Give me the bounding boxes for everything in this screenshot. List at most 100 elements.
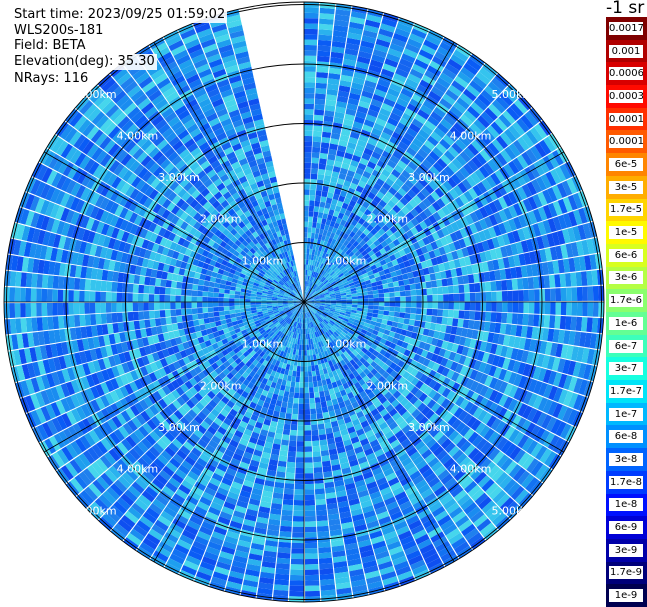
range-gate-cell bbox=[415, 289, 422, 296]
range-gate-cell bbox=[143, 285, 150, 294]
range-gate-cell bbox=[279, 450, 288, 457]
range-gate-cell bbox=[490, 281, 497, 292]
range-gate-cell bbox=[223, 306, 230, 311]
range-gate-cell bbox=[290, 424, 298, 431]
range-gate-cell bbox=[304, 12, 319, 19]
range-gate-cell bbox=[479, 311, 486, 321]
range-gate-cell bbox=[308, 205, 315, 212]
range-gate-cell bbox=[274, 579, 289, 586]
range-gate-cell bbox=[175, 309, 182, 316]
range-gate-cell bbox=[315, 504, 327, 511]
range-gate-cell bbox=[416, 302, 422, 308]
range-gate-cell bbox=[317, 50, 331, 57]
range-gate-cell bbox=[367, 294, 374, 299]
range-gate-cell bbox=[571, 287, 578, 301]
range-gate-cell bbox=[245, 299, 251, 302]
range-gate-cell bbox=[122, 312, 129, 322]
range-gate-cell bbox=[186, 314, 193, 322]
range-gate-cell bbox=[480, 302, 487, 312]
range-gate-cell bbox=[229, 294, 235, 299]
range-gate-cell bbox=[196, 296, 203, 302]
range-gate-cell bbox=[84, 290, 90, 302]
range-gate-cell bbox=[389, 306, 395, 312]
range-gate-cell bbox=[543, 315, 551, 328]
range-gate-cell bbox=[319, 158, 327, 165]
range-gate-cell bbox=[154, 286, 161, 295]
range-gate-cell bbox=[395, 302, 401, 307]
range-gate-cell bbox=[287, 402, 293, 409]
range-gate-cell bbox=[315, 493, 326, 500]
range-gate-cell bbox=[312, 440, 320, 447]
range-gate-cell bbox=[309, 403, 316, 409]
range-gate-cell bbox=[304, 339, 307, 345]
range-gate-cell bbox=[122, 283, 129, 293]
range-gate-cell bbox=[304, 532, 317, 538]
range-gate-cell bbox=[462, 319, 470, 329]
range-gate-cell bbox=[304, 50, 317, 56]
range-gate-cell bbox=[485, 311, 492, 322]
range-gate-cell bbox=[284, 385, 291, 392]
range-gate-cell bbox=[291, 376, 296, 382]
range-gate-cell bbox=[517, 313, 524, 325]
range-gate-cell bbox=[304, 435, 312, 442]
range-gate-cell bbox=[148, 302, 155, 311]
range-gate-cell bbox=[464, 293, 471, 302]
range-gate-cell bbox=[234, 291, 241, 295]
range-gate-cell bbox=[202, 296, 208, 302]
range-gate-cell bbox=[317, 531, 330, 538]
range-gate-cell bbox=[308, 381, 314, 388]
range-gate-cell bbox=[79, 290, 85, 302]
range-gate-cell bbox=[306, 344, 310, 351]
range-gate-cell bbox=[357, 302, 363, 305]
range-gate-cell bbox=[36, 317, 43, 331]
range-gate-cell bbox=[566, 302, 572, 316]
range-gate-cell bbox=[311, 168, 318, 175]
range-gate-cell bbox=[304, 93, 315, 99]
range-gate-cell bbox=[518, 290, 524, 302]
range-gate-cell bbox=[469, 283, 476, 293]
range-gate-cell bbox=[288, 370, 293, 376]
range-gate-cell bbox=[276, 471, 286, 478]
range-gate-cell bbox=[399, 307, 406, 313]
range-gate-cell bbox=[283, 488, 294, 495]
range-gate-cell bbox=[299, 344, 302, 351]
range-gate-cell bbox=[315, 82, 327, 89]
range-gate-cell bbox=[310, 413, 317, 420]
range-gate-cell bbox=[47, 316, 54, 330]
range-gate-cell bbox=[229, 302, 235, 307]
range-gate-cell bbox=[304, 457, 313, 463]
range-gate-cell bbox=[319, 152, 328, 160]
range-gate-cell bbox=[288, 445, 297, 452]
range-gate-cell bbox=[308, 211, 314, 217]
range-gate-cell bbox=[322, 411, 330, 419]
range-gate-cell bbox=[431, 309, 438, 316]
range-gate-cell bbox=[550, 302, 556, 315]
range-gate-cell bbox=[410, 307, 417, 314]
range-gate-cell bbox=[295, 467, 304, 474]
range-gate-cell bbox=[312, 445, 321, 452]
range-gate-cell bbox=[543, 275, 550, 288]
range-gate-cell bbox=[491, 291, 497, 302]
range-gate-cell bbox=[286, 407, 293, 414]
range-gate-cell bbox=[121, 292, 128, 302]
range-gate-cell bbox=[291, 542, 304, 549]
range-gate-cell bbox=[274, 573, 290, 581]
range-gate-cell bbox=[318, 29, 333, 36]
range-gate-cell bbox=[534, 302, 540, 314]
range-gate-cell bbox=[309, 200, 315, 207]
range-gate-cell bbox=[292, 516, 304, 522]
range-gate-cell bbox=[292, 370, 297, 377]
range-gate-cell bbox=[315, 402, 322, 409]
ppi-plot: 1.00km 1.00km1.00km 1.00km2.00km 2.00km2.00… bbox=[3, 1, 605, 603]
range-gate-cell bbox=[291, 553, 304, 560]
range-gate-cell bbox=[106, 281, 113, 292]
range-gate-cell bbox=[132, 311, 139, 321]
range-gate-cell bbox=[382, 283, 389, 289]
range-gate-cell bbox=[383, 292, 390, 298]
range-gate-cell bbox=[304, 243, 307, 249]
range-gate-cell bbox=[575, 316, 583, 332]
range-gate-cell bbox=[357, 304, 363, 309]
range-gate-cell bbox=[437, 309, 444, 317]
range-gate-cell bbox=[415, 308, 422, 315]
range-gate-cell bbox=[299, 387, 304, 394]
